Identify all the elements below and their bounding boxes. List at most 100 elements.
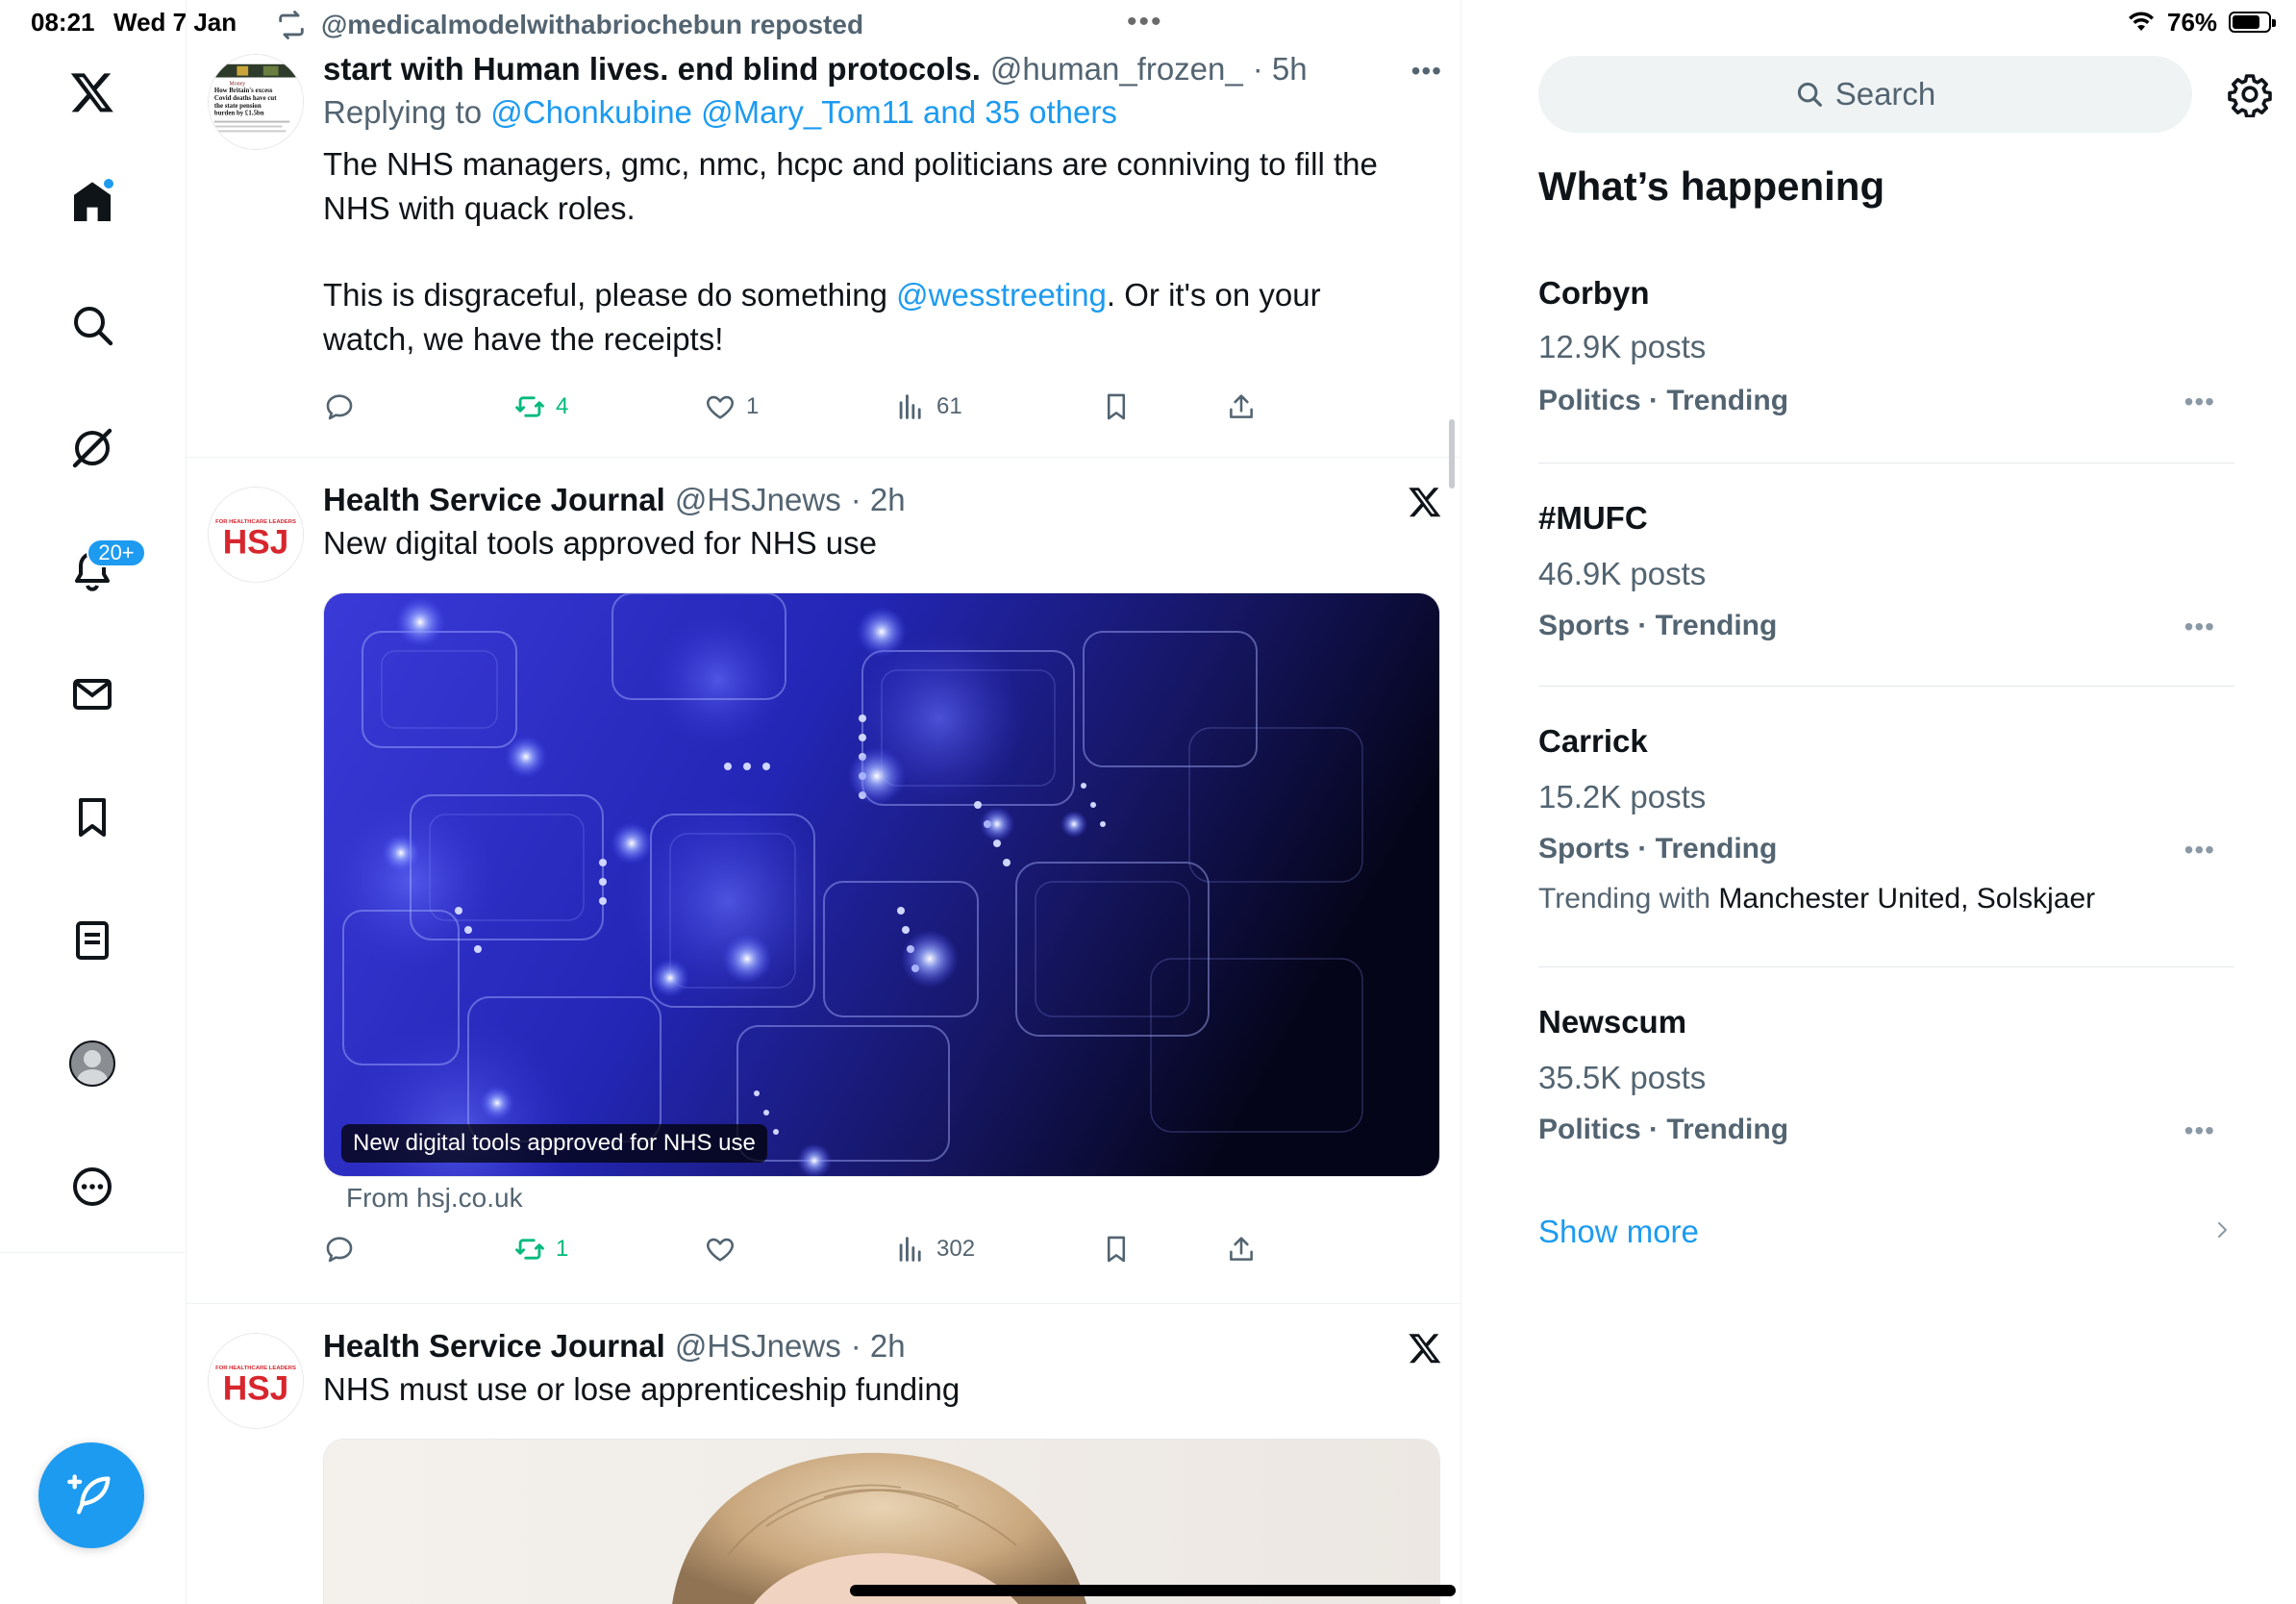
trend-more-options-icon[interactable]: ••• xyxy=(2184,387,2215,417)
tweet-actions: 4 1 61 xyxy=(323,390,1285,433)
heart-icon xyxy=(707,1238,734,1262)
bookmark-button[interactable] xyxy=(1100,1233,1133,1266)
replying-to-prefix: Replying to xyxy=(323,94,483,130)
whats-happening-title: What’s happening xyxy=(1538,163,1885,209)
trend-item[interactable]: Corbyn 12.9K posts Politics · Trending •… xyxy=(1538,258,2234,464)
reply-button[interactable] xyxy=(323,390,356,423)
like-count: 1 xyxy=(746,393,760,419)
tweet-header: Health Service Journal @HSJnews · 2h xyxy=(323,479,1444,521)
x-logo-icon xyxy=(1409,488,1441,517)
tweet[interactable]: FOR HEALTHCARE LEADERS HSJ Health Servic… xyxy=(187,458,1460,1304)
svg-text:Covid deaths have cut: Covid deaths have cut xyxy=(214,95,277,102)
trend-item[interactable]: Carrick 15.2K posts Sports · Trending ••… xyxy=(1538,687,2234,967)
trend-more-options-icon[interactable]: ••• xyxy=(2184,612,2215,642)
link-card-image[interactable] xyxy=(323,1439,1440,1604)
trending-with-names[interactable]: Manchester United, Solskjaer xyxy=(1718,883,2095,915)
compose-post-button[interactable] xyxy=(38,1442,144,1548)
trend-item[interactable]: Newscum 35.5K posts Politics · Trending … xyxy=(1538,967,2234,1179)
hsj-logo-icon: FOR HEALTHCARE LEADERS HSJ xyxy=(209,488,303,582)
bookmark-icon xyxy=(79,798,106,837)
trending-with-prefix: Trending with xyxy=(1538,883,1710,915)
trend-post-count: 15.2K posts xyxy=(1538,779,1707,815)
multitasking-dots-icon[interactable]: ••• xyxy=(1127,8,1163,37)
nav-bookmarks[interactable] xyxy=(50,775,135,860)
tweet-author-handle[interactable]: @HSJnews xyxy=(675,1325,841,1367)
trend-item[interactable]: #MUFC 46.9K posts Sports · Trending ••• xyxy=(1538,464,2234,687)
tweet-author-handle[interactable]: @human_frozen_ xyxy=(990,48,1243,90)
repost-icon xyxy=(515,1239,544,1260)
nav-notifications[interactable]: 20+ xyxy=(50,529,146,614)
search-icon xyxy=(1797,82,1822,107)
trend-post-count: 35.5K posts xyxy=(1538,1060,1707,1095)
repost-button[interactable]: 1 xyxy=(513,1233,568,1266)
tweet-text: NHS must use or lose apprenticeship fund… xyxy=(323,1371,961,1407)
hsj-logo-icon: FOR HEALTHCARE LEADERS HSJ xyxy=(209,1334,303,1428)
views-button[interactable]: 61 xyxy=(894,390,962,423)
repost-button[interactable]: 4 xyxy=(513,390,568,423)
search-icon xyxy=(74,307,113,346)
trend-category: Sports · Trending xyxy=(1538,610,1778,641)
tweet-more-options-icon[interactable]: ••• xyxy=(1411,56,1442,87)
tweet-author-avatar[interactable]: Money How Britain's excess Covid deaths … xyxy=(208,54,304,150)
like-button[interactable] xyxy=(704,1233,736,1266)
views-button[interactable]: 302 xyxy=(894,1233,975,1266)
show-more-link[interactable]: Show more xyxy=(1538,1214,1699,1250)
trend-post-count: 46.9K posts xyxy=(1538,556,1707,591)
replying-to-targets[interactable]: @Chonkubine @Mary_Tom11 and 35 others xyxy=(490,94,1117,130)
tweet-time[interactable]: · 2h xyxy=(851,1325,906,1367)
nav-messages[interactable] xyxy=(50,652,135,737)
nav-profile[interactable] xyxy=(50,1021,135,1106)
nav-more[interactable] xyxy=(50,1144,135,1229)
reply-button[interactable] xyxy=(323,1233,356,1266)
share-button[interactable] xyxy=(1225,390,1258,423)
nav-home[interactable] xyxy=(50,160,135,244)
tweet-header: start with Human lives. end blind protoc… xyxy=(323,48,1444,90)
nav-grok[interactable] xyxy=(50,406,135,490)
nav-explore[interactable] xyxy=(50,283,135,367)
tweet-author-avatar[interactable]: FOR HEALTHCARE LEADERS HSJ xyxy=(208,1333,304,1429)
tweet[interactable]: Money How Britain's excess Covid deaths … xyxy=(187,0,1460,458)
trend-more-options-icon[interactable]: ••• xyxy=(2184,1115,2215,1146)
envelope-icon xyxy=(73,679,112,710)
settings-gear-icon[interactable] xyxy=(2227,71,2273,117)
repost-icon xyxy=(515,396,544,417)
heart-icon xyxy=(707,395,734,419)
share-icon xyxy=(1230,394,1253,418)
tweet-author-handle[interactable]: @HSJnews xyxy=(675,479,841,521)
nav-lists[interactable] xyxy=(50,898,135,983)
tweet-text: New digital tools approved for NHS use xyxy=(323,525,877,561)
home-unread-dot xyxy=(102,177,115,190)
timeline-scrollbar[interactable] xyxy=(1449,419,1455,489)
tweet-author-name[interactable]: Health Service Journal xyxy=(323,1325,665,1367)
share-button[interactable] xyxy=(1225,1233,1258,1266)
clipping-headline: How Britain's excess xyxy=(214,88,273,94)
view-count: 61 xyxy=(936,393,962,419)
link-card-image[interactable]: New digital tools approved for NHS use xyxy=(323,592,1440,1177)
chevron-right-icon[interactable] xyxy=(2211,1216,2234,1244)
tweet-author-avatar[interactable]: FOR HEALTHCARE LEADERS HSJ xyxy=(208,487,304,583)
tweet-author-name[interactable]: start with Human lives. end blind protoc… xyxy=(323,48,981,90)
home-indicator-bar[interactable] xyxy=(850,1585,1456,1596)
view-count: 302 xyxy=(936,1236,976,1262)
link-card-source[interactable]: From hsj.co.uk xyxy=(346,1183,523,1214)
tweet-author-name[interactable]: Health Service Journal xyxy=(323,479,665,521)
repost-count: 1 xyxy=(556,1236,569,1262)
tweet-text-paragraph-1: The NHS managers, gmc, nmc, hcpc and pol… xyxy=(323,146,1378,226)
repost-count: 4 xyxy=(556,393,569,419)
search-input[interactable]: Search xyxy=(1538,56,2192,133)
tweet[interactable]: FOR HEALTHCARE LEADERS HSJ Health Servic… xyxy=(187,1304,1460,1604)
like-button[interactable]: 1 xyxy=(704,390,759,423)
tweet-body: Health Service Journal @HSJnews · 2h NHS… xyxy=(323,1325,1444,1412)
trend-post-count: 12.9K posts xyxy=(1538,329,1707,364)
x-logo-icon[interactable] xyxy=(50,50,135,135)
trend-more-options-icon[interactable]: ••• xyxy=(2184,835,2215,865)
svg-text:burden by £1.5bn: burden by £1.5bn xyxy=(214,111,264,117)
compose-feather-icon xyxy=(67,1474,111,1515)
tweet-time[interactable]: · 2h xyxy=(851,479,906,521)
tweet-mention-link[interactable]: @wesstreeting xyxy=(896,277,1107,313)
bookmark-button[interactable] xyxy=(1100,390,1133,423)
tweet-time[interactable]: · 5h xyxy=(1253,48,1308,90)
status-bar: 08:21 Wed 7 Jan ••• 76% xyxy=(0,0,2296,46)
svg-text:Money: Money xyxy=(230,81,246,87)
reply-icon xyxy=(326,1237,353,1263)
